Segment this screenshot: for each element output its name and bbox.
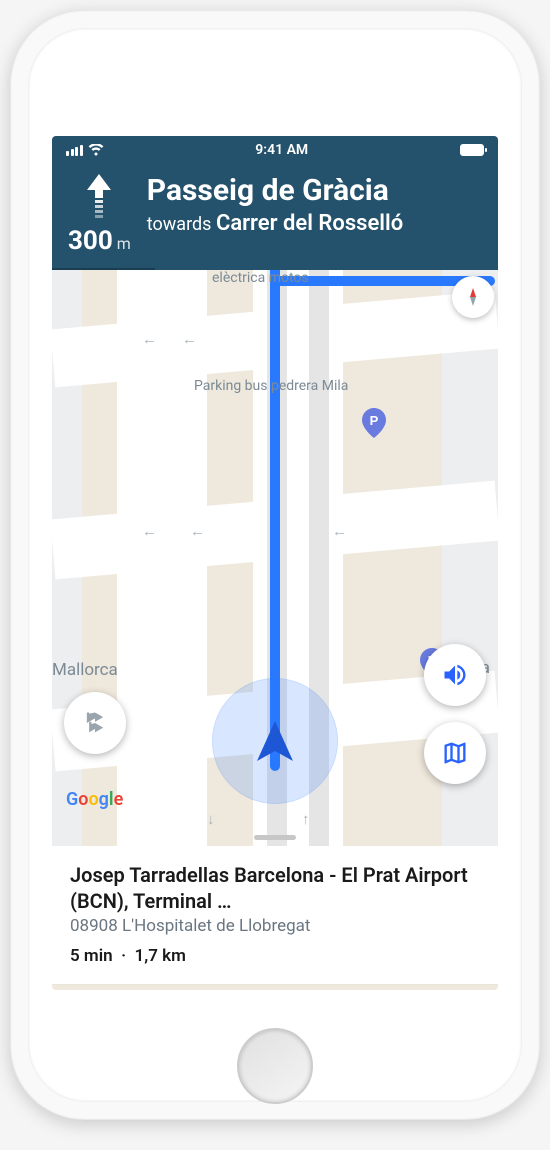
speaker-icon (441, 661, 469, 689)
screen: 9:41 AM 300 m (52, 136, 498, 990)
compass-button[interactable] (452, 276, 494, 318)
nav-distance-unit: m (117, 234, 131, 253)
nav-towards-destination: Carrer del Rosselló (216, 211, 403, 236)
route-overview-button[interactable] (424, 722, 486, 784)
navigation-banner[interactable]: 300 m Passeig de Gràcia towards Carrer d… (52, 164, 498, 270)
position-arrow-icon (257, 721, 293, 761)
map-poi-label: elèctrica motos (212, 270, 309, 286)
trip-distance: 1,7 km (135, 946, 186, 966)
map-street-label: Mallorca (52, 660, 118, 680)
bottom-sheet-handle[interactable] (254, 835, 296, 840)
nav-distance-value: 300 (68, 226, 113, 256)
nav-towards-label: towards (147, 214, 212, 235)
compass-icon (463, 287, 483, 307)
destination-title: Josep Tarradellas Barcelona - El Prat Ai… (70, 862, 480, 914)
parking-pin-icon[interactable]: P (362, 408, 386, 438)
google-logo: Google (66, 789, 123, 810)
map-icon (441, 739, 469, 767)
nav-street-name: Passeig de Gràcia (147, 174, 482, 209)
destination-address: 08908 L'Hospitalet de Llobregat (70, 916, 480, 936)
home-button[interactable] (237, 1028, 313, 1104)
straight-arrow-icon (85, 174, 113, 222)
current-position-marker (212, 678, 338, 804)
destination-card[interactable]: Josep Tarradellas Barcelona - El Prat Ai… (52, 846, 498, 984)
wifi-icon (88, 144, 104, 156)
trip-eta: 5 min (70, 946, 113, 966)
status-clock: 9:41 AM (255, 142, 308, 158)
signal-icon (66, 145, 83, 156)
svg-text:P: P (370, 413, 379, 428)
map-canvas[interactable]: elèctrica motos Parking bus pedrera Mila… (52, 270, 498, 846)
trip-meta: 5 min · 1,7 km (70, 946, 480, 966)
audio-button[interactable] (424, 644, 486, 706)
battery-icon (460, 144, 484, 156)
map-poi-label: Parking bus pedrera Mila (194, 378, 348, 394)
report-button[interactable] (64, 692, 126, 754)
phone-frame: 9:41 AM 300 m (10, 10, 540, 1120)
flag-icon (81, 709, 109, 737)
status-bar: 9:41 AM (52, 136, 498, 164)
